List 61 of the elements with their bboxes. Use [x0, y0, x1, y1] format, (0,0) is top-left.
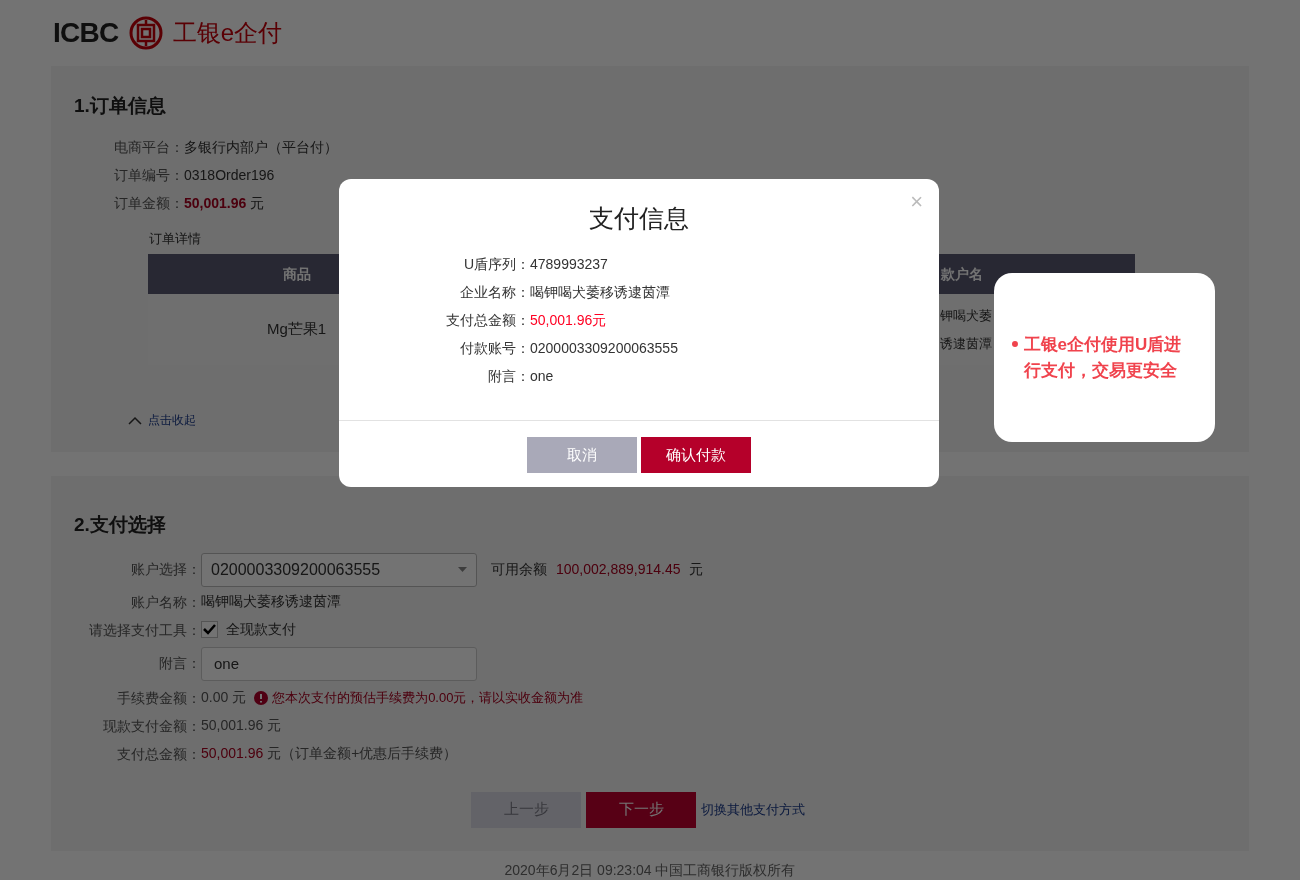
field-label: 附言：: [158, 654, 201, 673]
tip-text: 工银e企付使用U盾进行支付，交易更安全: [1023, 333, 1183, 382]
dropdown-caret-icon: [458, 567, 467, 572]
product-name: 工银e企付: [172, 18, 282, 48]
section-title: 1.订单信息: [74, 94, 167, 118]
balance-value: 100,002,889,914.45: [556, 560, 681, 579]
column-header: 商品: [281, 264, 312, 284]
info-value: one: [530, 366, 554, 386]
field-label: 支付总金额：: [116, 744, 201, 764]
field-value: 50,001.96 元: [201, 716, 283, 735]
bullet-icon: [1011, 340, 1018, 347]
table-cell-text: Mg芒果1: [265, 319, 328, 340]
bank-emblem-icon: [128, 16, 163, 50]
details-title: 订单详情: [149, 229, 202, 248]
field-label: 账户选择：: [130, 560, 201, 579]
field-label: 订单编号：: [114, 166, 184, 185]
field-value: 多银行内部户（平台付）: [184, 138, 338, 157]
info-value: 4789993237: [530, 254, 608, 274]
footer-text: 2020年6月2日 09:23:04 中国工商银行版权所有: [503, 861, 797, 880]
field-value: 0318Order196: [184, 166, 275, 185]
switch-payment-link[interactable]: 切换其他支付方式: [701, 799, 805, 820]
confirm-payment-button[interactable]: 确认付款: [641, 437, 751, 473]
fee-warning: 您本次支付的预估手续费为0.00元，请以实收金额为准: [272, 688, 584, 707]
unit-text: 元: [250, 194, 265, 213]
close-button[interactable]: ×: [910, 191, 923, 213]
info-label: U盾序列：: [462, 254, 530, 274]
info-label: 支付总金额：: [445, 310, 530, 330]
section-title: 2.支付选择: [73, 513, 167, 537]
field-label: 电商平台：: [114, 138, 184, 157]
field-value: 0.00 元: [201, 688, 247, 707]
account-select[interactable]: 0200003309200063555: [201, 552, 477, 587]
info-label: 附言：: [487, 366, 530, 386]
info-label: 付款账号：: [459, 338, 530, 358]
brand-wordmark: ICBC: [53, 16, 119, 50]
table-cell: 钾喝犬萎 诱逮茵潭: [940, 306, 992, 353]
field-value: 喝钾喝犬萎移诱逮茵潭: [201, 592, 342, 611]
info-label: 企业名称：: [459, 282, 530, 302]
total-amount: 50,001.96: [201, 744, 264, 763]
field-label: 手续费金额：: [116, 688, 201, 708]
field-label: 现款支付金额：: [102, 716, 201, 736]
info-value: 0200003309200063555: [530, 338, 678, 358]
chevron-up-icon: [128, 415, 142, 425]
field-value: 50,001.96: [184, 194, 247, 213]
cancel-button[interactable]: 取消: [527, 437, 637, 473]
balance-label: 可用余额: [491, 560, 547, 579]
next-button[interactable]: 下一步: [586, 791, 696, 828]
info-value: 50,001.96元: [530, 310, 607, 330]
checkbox-label: 全现款支付: [226, 620, 296, 639]
unit-text: 元: [688, 560, 703, 579]
dialog-title: 支付信息: [589, 202, 689, 234]
warning-icon: [254, 690, 269, 705]
collapse-link[interactable]: 点击收起: [128, 411, 196, 429]
field-label: 请选择支付工具：: [88, 620, 201, 640]
total-note: 元（订单金额+优惠后手续费）: [267, 744, 458, 763]
column-header: 款户名: [941, 264, 984, 284]
note-field[interactable]: one: [201, 646, 477, 681]
info-value: 喝钾喝犬萎移诱逮茵潭: [530, 282, 670, 302]
field-label: 账户名称：: [130, 592, 201, 612]
checkbox[interactable]: [201, 621, 218, 638]
field-label: 订单金额：: [114, 194, 184, 213]
checkmark-icon: [203, 624, 216, 635]
